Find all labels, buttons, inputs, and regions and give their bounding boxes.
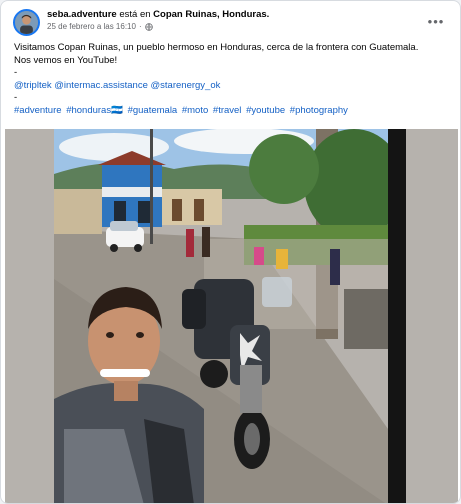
- post-meta: 25 de febrero a las 16:10 ·: [47, 22, 269, 32]
- post-card: seba.adventure está en Copan Ruinas, Hon…: [0, 0, 461, 504]
- avatar[interactable]: [13, 9, 40, 36]
- hashtag-link[interactable]: #guatemala: [128, 105, 178, 116]
- post-body: Visitamos Copan Ruinas, un pueblo hermos…: [14, 42, 448, 118]
- hashtag-link[interactable]: #adventure: [14, 105, 62, 116]
- hashtag-link[interactable]: #moto: [182, 105, 208, 116]
- hashtag-link[interactable]: #photography: [290, 105, 348, 116]
- post-date[interactable]: 25 de febrero a las 16:10: [47, 22, 136, 32]
- hashtags-line: #adventure #honduras🇭🇳 #guatemala #moto …: [14, 105, 448, 118]
- dash-2: -: [14, 92, 18, 104]
- hashtag-link[interactable]: #travel: [213, 105, 242, 116]
- post-photo-container[interactable]: [5, 129, 458, 503]
- author-name[interactable]: seba.adventure: [47, 9, 117, 20]
- globe-icon: [144, 23, 153, 31]
- hashtag-link[interactable]: #youtube: [246, 105, 285, 116]
- mentions-line: @tripltek @intermac.assistance @starener…: [14, 80, 448, 93]
- post-title-line: seba.adventure está en Copan Ruinas, Hon…: [47, 9, 269, 20]
- mention-link[interactable]: @intermac.assistance: [54, 80, 148, 91]
- post-text-line-2: Nos vemos en YouTube!: [14, 54, 118, 66]
- more-options-icon[interactable]: •••: [424, 11, 448, 31]
- post-header: seba.adventure está en Copan Ruinas, Hon…: [13, 9, 448, 43]
- mention-link[interactable]: @starenergy_ok: [151, 80, 221, 91]
- post-photo[interactable]: [54, 129, 388, 503]
- hashtag-link[interactable]: #honduras🇭🇳: [66, 105, 123, 116]
- mention-link[interactable]: @tripltek: [14, 80, 52, 91]
- location-link[interactable]: Copan Ruinas, Honduras.: [153, 9, 269, 20]
- status-word: está en: [119, 9, 151, 20]
- meta-separator: ·: [138, 22, 142, 32]
- dash-1: -: [14, 67, 18, 79]
- post-text-line-1: Visitamos Copan Ruinas, un pueblo hermos…: [14, 42, 419, 53]
- photo-side-bar: [388, 129, 406, 503]
